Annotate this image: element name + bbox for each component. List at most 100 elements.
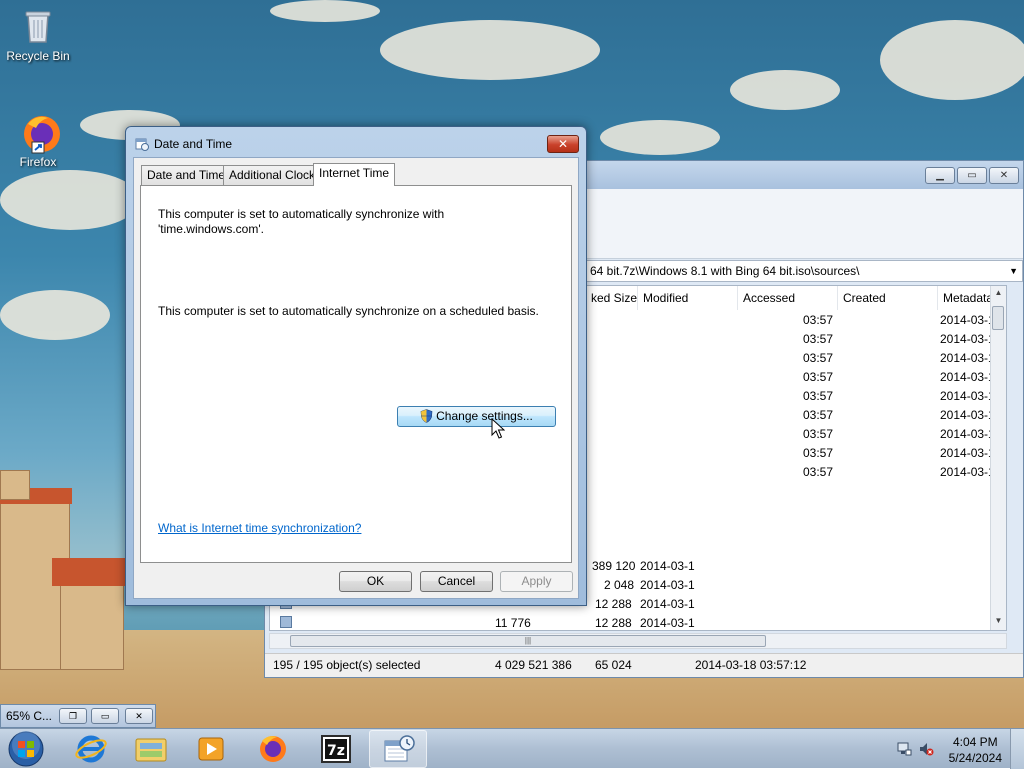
maximize-button[interactable]: ▭ bbox=[91, 708, 119, 724]
taskbar: 7z 4:04 PM 5/24/2024 bbox=[0, 728, 1024, 769]
start-orb-icon bbox=[8, 731, 44, 767]
show-desktop-button[interactable] bbox=[1010, 729, 1024, 769]
maximize-icon: ▭ bbox=[967, 170, 977, 181]
desktop-icon-firefox[interactable]: Firefox bbox=[0, 112, 76, 169]
column-header-packed-size[interactable]: ked Size bbox=[586, 286, 638, 310]
clock[interactable]: 4:04 PM 5/24/2024 bbox=[949, 734, 1002, 766]
chevron-down-icon[interactable]: ▼ bbox=[1009, 261, 1018, 281]
close-button[interactable]: ✕ bbox=[125, 708, 153, 724]
table-row-accessed[interactable]: 03:57 bbox=[803, 446, 833, 460]
taskbar-7zip[interactable]: 7z bbox=[307, 730, 365, 768]
7zip-icon: 7z bbox=[321, 735, 351, 763]
table-row-accessed[interactable]: 03:57 bbox=[803, 313, 833, 327]
column-header-modified[interactable]: Modified bbox=[638, 286, 738, 310]
maximize-button[interactable]: ▭ bbox=[957, 167, 987, 184]
status-bar: 195 / 195 object(s) selected 4 029 521 3… bbox=[265, 653, 1023, 677]
table-row-accessed[interactable]: 03:57 bbox=[803, 389, 833, 403]
uac-shield-icon bbox=[420, 409, 433, 423]
close-button[interactable]: ✕ bbox=[547, 135, 579, 153]
scroll-thumb[interactable] bbox=[992, 306, 1004, 330]
table-row-accessed[interactable]: 03:57 bbox=[803, 465, 833, 479]
table-row-accessed[interactable]: 03:57 bbox=[803, 427, 833, 441]
minimized-window-title: 65% C... bbox=[6, 709, 53, 723]
table-row-packed[interactable]: 12 288 bbox=[595, 616, 632, 630]
change-settings-button[interactable]: Change settings... bbox=[397, 406, 556, 427]
ok-button[interactable]: OK bbox=[339, 571, 412, 592]
house bbox=[0, 470, 30, 500]
file-icon bbox=[280, 616, 292, 628]
vertical-scrollbar[interactable]: ▲ ▼ bbox=[990, 286, 1006, 630]
table-row-accessed[interactable]: 03:57 bbox=[803, 332, 833, 346]
media-player-icon bbox=[198, 737, 224, 761]
mouse-cursor-icon bbox=[491, 417, 506, 440]
status-packed-size: 65 024 bbox=[595, 658, 632, 672]
close-button[interactable]: ✕ bbox=[989, 167, 1019, 184]
scroll-up-icon[interactable]: ▲ bbox=[991, 288, 1006, 302]
taskbar-date-and-time[interactable] bbox=[369, 730, 427, 768]
table-row-size[interactable]: 11 776 bbox=[495, 616, 531, 630]
tab-internet-time[interactable]: Internet Time bbox=[313, 163, 396, 186]
restore-button[interactable]: ❐ bbox=[59, 708, 87, 724]
cloud bbox=[600, 120, 720, 155]
table-row-accessed[interactable]: 03:57 bbox=[803, 351, 833, 365]
desktop-icon-label: Recycle Bin bbox=[6, 49, 70, 63]
minimize-icon: ▁ bbox=[936, 170, 944, 181]
table-row-modified[interactable]: 2014-03-1 bbox=[640, 559, 695, 573]
change-settings-label: Change settings... bbox=[436, 409, 533, 423]
windows-explorer-icon bbox=[135, 738, 167, 762]
start-button[interactable] bbox=[4, 730, 48, 768]
table-row-accessed[interactable]: 03:57 bbox=[803, 408, 833, 422]
maximize-icon: ▭ bbox=[100, 711, 110, 721]
horizontal-scrollbar[interactable]: ||| bbox=[269, 633, 1007, 649]
firefox-icon bbox=[260, 736, 286, 762]
close-icon: ✕ bbox=[999, 170, 1009, 181]
taskbar-media-player[interactable] bbox=[182, 730, 240, 768]
minimize-button[interactable]: ▁ bbox=[925, 167, 955, 184]
sync-server-text-line1: This computer is set to automatically sy… bbox=[158, 207, 445, 221]
status-modified: 2014-03-18 03:57:12 bbox=[695, 658, 807, 672]
column-header-created[interactable]: Created bbox=[838, 286, 938, 310]
taskbar-firefox[interactable] bbox=[244, 730, 302, 768]
dialog-title: Date and Time bbox=[154, 137, 233, 151]
clock-time: 4:04 PM bbox=[952, 735, 998, 749]
sync-server-text-line2: 'time.windows.com'. bbox=[158, 222, 264, 236]
table-row-packed[interactable]: 12 288 bbox=[595, 597, 632, 611]
internet-explorer-icon bbox=[75, 735, 107, 763]
apply-button[interactable]: Apply bbox=[500, 571, 573, 592]
tab-additional-clocks[interactable]: Additional Clocks bbox=[223, 165, 328, 185]
restore-icon: ❐ bbox=[68, 711, 78, 721]
cloud bbox=[880, 20, 1024, 100]
scroll-thumb[interactable]: ||| bbox=[290, 635, 766, 647]
close-icon: ✕ bbox=[557, 137, 569, 151]
volume-muted-icon[interactable] bbox=[918, 741, 934, 760]
desktop-icon-label: Firefox bbox=[19, 155, 57, 169]
table-row-modified[interactable]: 2014-03-1 bbox=[640, 616, 695, 630]
internet-time-panel: This computer is set to automatically sy… bbox=[140, 185, 572, 563]
network-icon[interactable] bbox=[896, 741, 912, 760]
scroll-down-icon[interactable]: ▼ bbox=[991, 616, 1006, 630]
address-path: 64 bit.7z\Windows 8.1 with Bing 64 bit.i… bbox=[590, 264, 860, 278]
column-header-accessed[interactable]: Accessed bbox=[738, 286, 838, 310]
date-time-icon bbox=[384, 735, 415, 762]
table-row-packed[interactable]: 389 120 bbox=[592, 559, 635, 573]
minimized-window[interactable]: 65% C... ❐ ▭ ✕ bbox=[0, 704, 156, 728]
taskbar-windows-explorer[interactable] bbox=[122, 730, 180, 768]
dialog-body: Date and Time Additional Clocks Internet… bbox=[133, 157, 579, 599]
table-row-modified[interactable]: 2014-03-1 bbox=[640, 597, 695, 611]
table-row-packed[interactable]: 2 048 bbox=[604, 578, 634, 592]
desktop-icon-recycle-bin[interactable]: Recycle Bin bbox=[0, 6, 76, 63]
firefox-icon bbox=[18, 112, 60, 154]
clock-date: 5/24/2024 bbox=[948, 751, 1002, 765]
table-row-accessed[interactable]: 03:57 bbox=[803, 370, 833, 384]
cloud bbox=[0, 290, 110, 340]
cloud bbox=[730, 70, 840, 110]
cancel-button[interactable]: Cancel bbox=[420, 571, 493, 592]
table-row-modified[interactable]: 2014-03-1 bbox=[640, 578, 695, 592]
cloud bbox=[0, 170, 140, 230]
help-link-internet-time[interactable]: What is Internet time synchronization? bbox=[158, 521, 361, 535]
cloud bbox=[270, 0, 380, 22]
taskbar-internet-explorer[interactable] bbox=[62, 730, 120, 768]
date-time-icon bbox=[135, 137, 149, 151]
tab-date-and-time[interactable]: Date and Time bbox=[141, 165, 232, 185]
sync-schedule-text: This computer is set to automatically sy… bbox=[158, 304, 539, 318]
